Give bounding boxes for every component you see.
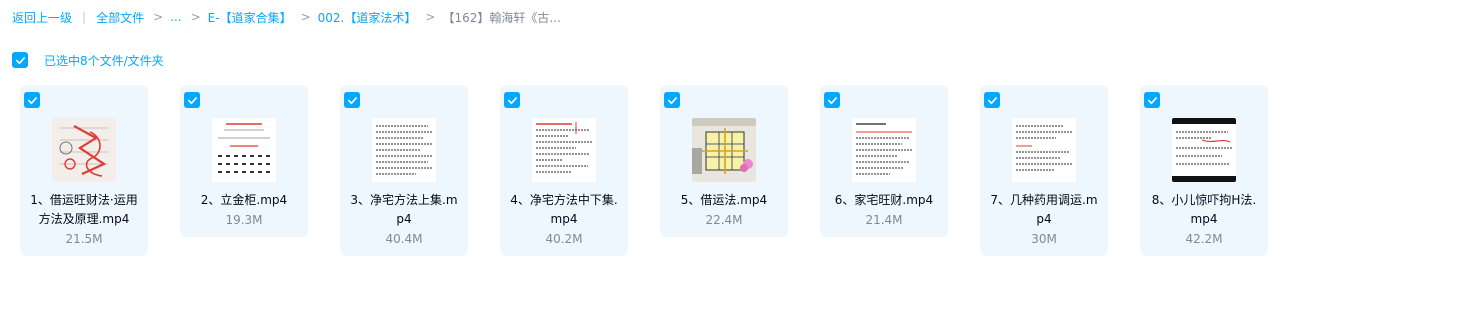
- file-checkbox[interactable]: [824, 92, 840, 108]
- file-name: 4、净宅方法中下集.mp4: [510, 193, 618, 226]
- breadcrumb-item-daojia-heji[interactable]: E-【道家合集】: [208, 9, 292, 26]
- check-icon: [27, 96, 37, 104]
- file-size: 30M: [1031, 232, 1057, 246]
- text-document-thumbnail: [372, 118, 436, 182]
- file-size: 42.2M: [1185, 232, 1223, 246]
- red-ink-talisman-thumbnail: [52, 118, 116, 182]
- file-checkbox[interactable]: [344, 92, 360, 108]
- check-icon: [1147, 96, 1157, 104]
- file-size: 40.4M: [385, 232, 423, 246]
- check-icon: [15, 56, 25, 64]
- breadcrumb-current: 【162】翰海轩《古...: [442, 10, 561, 25]
- file-card[interactable]: 4、净宅方法中下集.mp4 40.2M: [500, 85, 628, 256]
- all-files-link[interactable]: 全部文件: [96, 9, 144, 26]
- file-size: 22.4M: [705, 213, 743, 227]
- file-grid: 1、借运旺财法·运用方法及原理.mp4 21.5M 2、立金柜.mp4 19.3…: [20, 85, 1300, 256]
- breadcrumb-item-daojia-fashu[interactable]: 002.【道家法术】: [318, 9, 417, 26]
- file-name: 3、净宅方法上集.mp4: [350, 193, 458, 226]
- breadcrumb-ellipsis[interactable]: ...: [170, 10, 181, 24]
- select-all-checkbox[interactable]: [12, 52, 28, 68]
- file-card[interactable]: 6、家宅旺财.mp4 21.4M: [820, 85, 948, 237]
- file-card[interactable]: 2、立金柜.mp4 19.3M: [180, 85, 308, 237]
- breadcrumb-divider: |: [82, 10, 87, 24]
- file-card[interactable]: 3、净宅方法上集.mp4 40.4M: [340, 85, 468, 256]
- chevron-right-icon: >: [153, 10, 164, 24]
- character-grid-thumbnail: [212, 118, 276, 182]
- file-size: 40.2M: [545, 232, 583, 246]
- file-name: 8、小儿惊吓拘H法.mp4: [1151, 193, 1257, 226]
- breadcrumb: 返回上一级 | 全部文件 > ... > E-【道家合集】 > 002.【道家法…: [12, 7, 561, 27]
- file-name: 7、几种药用调运.mp4: [990, 193, 1098, 226]
- file-name: 1、借运旺财法·运用方法及原理.mp4: [30, 193, 138, 226]
- selection-bar: 已选中8个文件/文件夹: [12, 52, 164, 68]
- chevron-right-icon: >: [190, 10, 201, 24]
- chevron-right-icon: >: [300, 10, 311, 24]
- check-icon: [987, 96, 997, 104]
- file-checkbox[interactable]: [24, 92, 40, 108]
- dark-video-frame-thumbnail: [1172, 118, 1236, 182]
- file-card[interactable]: 7、几种药用调运.mp4 30M: [980, 85, 1108, 256]
- file-checkbox[interactable]: [1144, 92, 1160, 108]
- file-size: 21.5M: [65, 232, 103, 246]
- check-icon: [507, 96, 517, 104]
- text-document-thumbnail: [852, 118, 916, 182]
- file-card[interactable]: 8、小儿惊吓拘H法.mp4 42.2M: [1140, 85, 1268, 256]
- check-icon: [187, 96, 197, 104]
- text-document-thumbnail: [1012, 118, 1076, 182]
- file-checkbox[interactable]: [504, 92, 520, 108]
- file-checkbox[interactable]: [664, 92, 680, 108]
- file-name: 6、家宅旺财.mp4: [834, 193, 934, 207]
- file-card[interactable]: 1、借运旺财法·运用方法及原理.mp4 21.5M: [20, 85, 148, 256]
- file-size: 19.3M: [225, 213, 263, 227]
- check-icon: [347, 96, 357, 104]
- check-icon: [667, 96, 677, 104]
- text-document-red-thumbnail: [532, 118, 596, 182]
- file-card[interactable]: 5、借运法.mp4 22.4M: [660, 85, 788, 237]
- file-size: 21.4M: [865, 213, 903, 227]
- check-icon: [827, 96, 837, 104]
- chevron-right-icon: >: [425, 10, 436, 24]
- back-link[interactable]: 返回上一级: [12, 9, 72, 26]
- file-checkbox[interactable]: [184, 92, 200, 108]
- file-name: 5、借运法.mp4: [680, 193, 768, 207]
- file-name: 2、立金柜.mp4: [200, 193, 288, 207]
- file-checkbox[interactable]: [984, 92, 1000, 108]
- diagram-photo-thumbnail: [692, 118, 756, 182]
- selection-count-text: 已选中8个文件/文件夹: [44, 53, 164, 68]
